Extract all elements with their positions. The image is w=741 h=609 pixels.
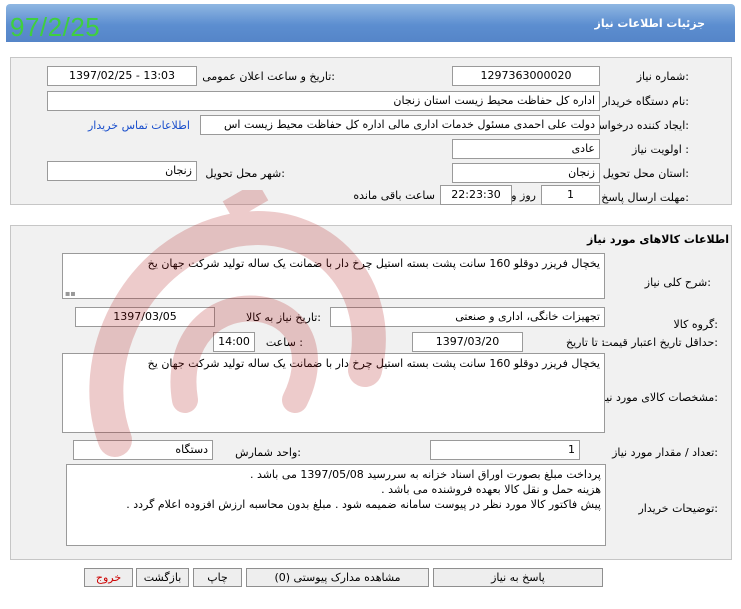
priority-label: اولویت نیاز :	[631, 143, 689, 156]
need-number-label: شماره نیاز:	[636, 70, 689, 83]
general-desc-text: یخچال فریزر دوقلو 160 سانت پشت بسته استی…	[147, 257, 600, 270]
buyer-notes-label: توضیحات خریدار:	[638, 502, 719, 515]
exit-button[interactable]: خروج	[84, 568, 133, 587]
specs-label: مشخصات کالای مورد نیاز:	[597, 391, 718, 404]
price-validity-label: حداقل تاریخ اعتبار قیمت:	[602, 336, 718, 349]
deadline-time-field[interactable]: 22:23:30	[440, 185, 512, 205]
priority-field[interactable]: عادی	[452, 139, 600, 159]
resize-grip-icon: ▪▪	[65, 289, 76, 298]
need-number-field[interactable]: 1297363000020	[452, 66, 600, 86]
city-field[interactable]: زنجان	[47, 161, 197, 181]
buyer-notes-line: پرداخت مبلغ بصورت اوراق اسناد خزانه به س…	[249, 468, 601, 481]
buyer-org-label: نام دستگاه خریدار:	[602, 95, 689, 108]
buyer-notes-line: هزینه حمل و نقل کالا بعهده فروشنده می با…	[381, 483, 601, 496]
unit-label: واحد شمارش:	[235, 446, 301, 459]
quantity-field[interactable]: 1	[430, 440, 580, 460]
city-label: شهر محل تحویل:	[205, 167, 285, 180]
general-desc-label: شرح کلی نیاز:	[644, 276, 711, 289]
need-date-label: تاریخ نیاز به کالا:	[246, 311, 321, 324]
back-button[interactable]: بازگشت	[136, 568, 189, 587]
page-title: جزئیات اطلاعات نیاز	[594, 17, 706, 30]
price-validity-date-field[interactable]: 1397/03/20	[412, 332, 523, 352]
price-validity-time-label: ساعت :	[265, 336, 303, 349]
price-validity-to-date-label: تا تاریخ :	[566, 336, 605, 349]
deadline-days-label: روز و	[511, 189, 536, 202]
print-button[interactable]: چاپ	[193, 568, 242, 587]
respond-button[interactable]: پاسخ به نیاز	[433, 568, 603, 587]
price-validity-time-field[interactable]: 14:00	[213, 332, 255, 352]
need-date-field[interactable]: 1397/03/05	[75, 307, 215, 327]
general-desc-textarea[interactable]: یخچال فریزر دوقلو 160 سانت پشت بسته استی…	[62, 253, 605, 299]
buyer-notes-textarea[interactable]: پرداخت مبلغ بصورت اوراق اسناد خزانه به س…	[66, 464, 606, 546]
requester-field[interactable]: دولت علی احمدی مسئول خدمات اداری مالی اد…	[200, 115, 600, 135]
specs-textarea[interactable]: یخچال فریزر دوقلو 160 سانت پشت بسته استی…	[62, 353, 605, 433]
deadline-label: مهلت ارسال پاسخ:	[601, 191, 689, 204]
unit-field[interactable]: دستگاه	[73, 440, 213, 460]
buyer-org-field[interactable]: اداره کل حفاظت محیط زیست استان زنجان	[47, 91, 600, 111]
province-field[interactable]: زنجان	[452, 163, 600, 183]
deadline-days-field[interactable]: 1	[541, 185, 600, 205]
announce-datetime-label: تاریخ و ساعت اعلان عمومی:	[202, 70, 335, 83]
requester-label: ایجاد کننده درخواست:	[587, 119, 689, 132]
province-label: استان محل تحویل:	[602, 167, 689, 180]
quantity-label: تعداد / مقدار مورد نیاز:	[612, 446, 718, 459]
buyer-notes-line: پیش فاکتور کالا مورد نظر در پیوست سامانه…	[126, 498, 601, 511]
goods-group-field[interactable]: تجهیزات خانگی، اداری و صنعتی	[330, 307, 605, 327]
deadline-remaining-label: ساعت باقی مانده	[353, 189, 435, 202]
title-bar: جزئیات اطلاعات نیاز	[6, 4, 735, 42]
announce-datetime-field[interactable]: 1397/02/25 - 13:03	[47, 66, 197, 86]
specs-text: یخچال فریزر دوقلو 160 سانت پشت بسته استی…	[147, 357, 600, 370]
goods-section-title: اطلاعات کالاهای مورد نیاز	[587, 233, 729, 246]
buyer-contact-link[interactable]: اطلاعات تماس خریدار	[88, 119, 190, 132]
date-overlay: 97/2/25	[10, 12, 101, 42]
goods-group-label: گروه کالا:	[673, 318, 718, 331]
view-attachments-button[interactable]: مشاهده مدارک پیوستی (0)	[246, 568, 429, 587]
